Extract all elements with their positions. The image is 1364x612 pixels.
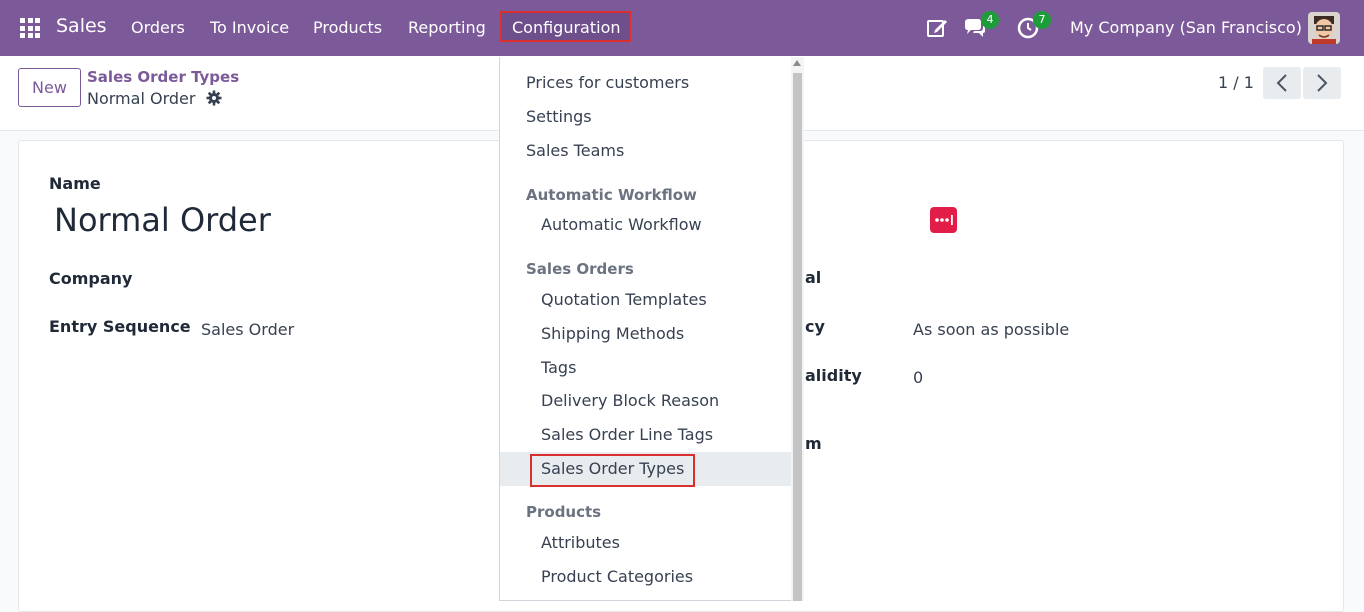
name-label: Name [49, 174, 101, 193]
menu-item-sales-teams[interactable]: Sales Teams [526, 141, 624, 160]
menu-item-attributes[interactable]: Attributes [541, 533, 620, 552]
menu-header-sales-orders: Sales Orders [526, 260, 634, 278]
top-navbar: Sales Orders To Invoice Products Reporti… [0, 0, 1364, 56]
company-label: Company [49, 269, 133, 288]
menu-configuration-label: Configuration [512, 18, 621, 37]
right-field-value-3[interactable]: 0 [913, 368, 923, 387]
breadcrumb-current: Normal Order [87, 89, 196, 108]
breadcrumb-parent[interactable]: Sales Order Types [87, 68, 239, 86]
gear-icon[interactable] [206, 90, 222, 106]
entry-sequence-field[interactable]: Sales Order [201, 320, 294, 339]
dropdown-scrollbar-thumb[interactable] [793, 73, 802, 601]
menu-item-sales-order-line-tags[interactable]: Sales Order Line Tags [541, 425, 713, 444]
entry-sequence-label: Entry Sequence [49, 317, 191, 336]
right-field-value-2[interactable]: As soon as possible [913, 320, 1069, 339]
app-brand[interactable]: Sales [56, 15, 107, 37]
highlight-box [530, 454, 695, 487]
chevron-right-icon [1317, 74, 1328, 92]
menu-item-tags[interactable]: Tags [541, 358, 576, 377]
menu-item-shipping-methods[interactable]: Shipping Methods [541, 324, 684, 343]
edit-icon[interactable] [925, 16, 949, 40]
configuration-dropdown: Prices for customers Settings Sales Team… [499, 57, 804, 601]
menu-item-automatic-workflow[interactable]: Automatic Workflow [541, 215, 702, 234]
menu-configuration[interactable]: Configuration [500, 11, 631, 42]
name-field[interactable]: Normal Order [54, 201, 271, 239]
menu-header-automatic-workflow: Automatic Workflow [526, 186, 697, 204]
menu-item-quotation-templates[interactable]: Quotation Templates [541, 290, 707, 309]
menu-header-products: Products [526, 503, 602, 521]
apps-grid-icon[interactable] [20, 18, 40, 38]
right-field-label-3: alidity [805, 366, 862, 385]
pager-previous-button[interactable] [1263, 67, 1301, 99]
menu-item-prices-for-customers[interactable]: Prices for customers [526, 73, 689, 92]
new-button[interactable]: New [18, 68, 81, 107]
activities-badge: 7 [1033, 11, 1051, 29]
right-field-label-1: al [805, 268, 822, 287]
right-field-label-4: m [805, 434, 822, 453]
right-field-label-2: cy [805, 317, 825, 336]
menu-orders[interactable]: Orders [131, 18, 185, 37]
menu-item-product-categories[interactable]: Product Categories [541, 567, 693, 586]
messages-badge: 4 [981, 11, 999, 29]
avatar[interactable] [1308, 12, 1340, 44]
pager-next-button[interactable] [1303, 67, 1341, 99]
scroll-up-icon[interactable] [793, 60, 801, 66]
password-dots-icon[interactable] [930, 207, 957, 233]
pager-value[interactable]: 1 / 1 [1218, 73, 1254, 92]
menu-item-settings[interactable]: Settings [526, 107, 592, 126]
menu-products[interactable]: Products [313, 18, 382, 37]
chevron-left-icon [1276, 74, 1287, 92]
menu-item-delivery-block-reason[interactable]: Delivery Block Reason [541, 391, 719, 410]
menu-to-invoice[interactable]: To Invoice [210, 18, 289, 37]
company-switcher[interactable]: My Company (San Francisco) [1070, 18, 1302, 37]
menu-reporting[interactable]: Reporting [408, 18, 486, 37]
